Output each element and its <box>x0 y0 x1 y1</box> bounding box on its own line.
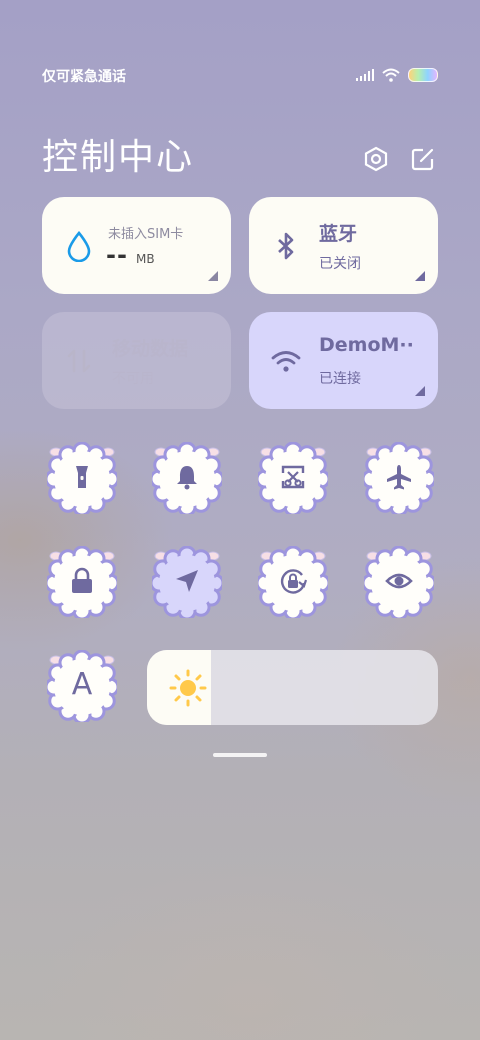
font-icon: A <box>71 667 93 702</box>
bluetooth-icon <box>278 232 294 260</box>
expand-corner-icon <box>415 386 425 396</box>
home-indicator[interactable] <box>213 753 267 757</box>
bluetooth-status: 已关闭 <box>319 256 361 272</box>
lock-icon <box>72 567 92 593</box>
eye-icon <box>385 573 413 589</box>
battery-icon <box>408 68 438 82</box>
settings-icon[interactable] <box>363 146 389 172</box>
airplane-mode-toggle[interactable] <box>364 442 434 514</box>
signal-icon <box>356 69 374 81</box>
wifi-status-icon <box>382 68 400 82</box>
flashlight-toggle[interactable] <box>47 442 117 514</box>
data-usage-unit: MB <box>136 252 155 266</box>
wifi-tile[interactable]: DemoM·· 已连接 <box>249 312 438 409</box>
rotation-lock-toggle[interactable] <box>258 546 328 618</box>
data-transfer-icon <box>67 349 91 373</box>
edit-icon[interactable] <box>410 146 436 172</box>
rotation-lock-icon <box>280 569 307 594</box>
flashlight-icon <box>76 466 88 488</box>
do-not-disturb-toggle[interactable] <box>152 442 222 514</box>
font-size-toggle[interactable]: A <box>47 650 117 722</box>
wifi-network-name: DemoM·· <box>319 334 414 356</box>
brightness-slider[interactable] <box>147 650 438 725</box>
sun-icon <box>169 669 207 707</box>
carrier-text: 仅可紧急通话 <box>42 69 126 85</box>
screen-lock-toggle[interactable] <box>47 546 117 618</box>
reading-mode-toggle[interactable] <box>364 546 434 618</box>
water-drop-icon <box>67 230 91 262</box>
bluetooth-label: 蓝牙 <box>319 223 358 245</box>
screenshot-toggle[interactable] <box>258 442 328 514</box>
expand-corner-icon <box>415 271 425 281</box>
data-usage-tile[interactable]: 未插入SIM卡 -- MB <box>42 197 231 294</box>
mobile-data-status: 不可用 <box>112 371 154 387</box>
screenshot-icon <box>281 465 305 489</box>
airplane-icon <box>387 465 411 490</box>
sim-status-text: 未插入SIM卡 <box>108 227 184 242</box>
bluetooth-tile[interactable]: 蓝牙 已关闭 <box>249 197 438 294</box>
location-icon <box>176 570 198 592</box>
status-bar: 仅可紧急通话 <box>42 64 438 88</box>
location-toggle[interactable] <box>152 546 222 618</box>
wifi-status: 已连接 <box>319 371 361 387</box>
mobile-data-label: 移动数据 <box>112 338 189 360</box>
page-title: 控制中心 <box>42 137 195 178</box>
expand-corner-icon <box>208 271 218 281</box>
mobile-data-tile[interactable]: 移动数据 不可用 <box>42 312 231 409</box>
bell-icon <box>177 466 197 490</box>
wifi-icon <box>271 351 301 372</box>
status-icons <box>356 68 438 82</box>
data-usage-value: -- <box>106 241 128 269</box>
